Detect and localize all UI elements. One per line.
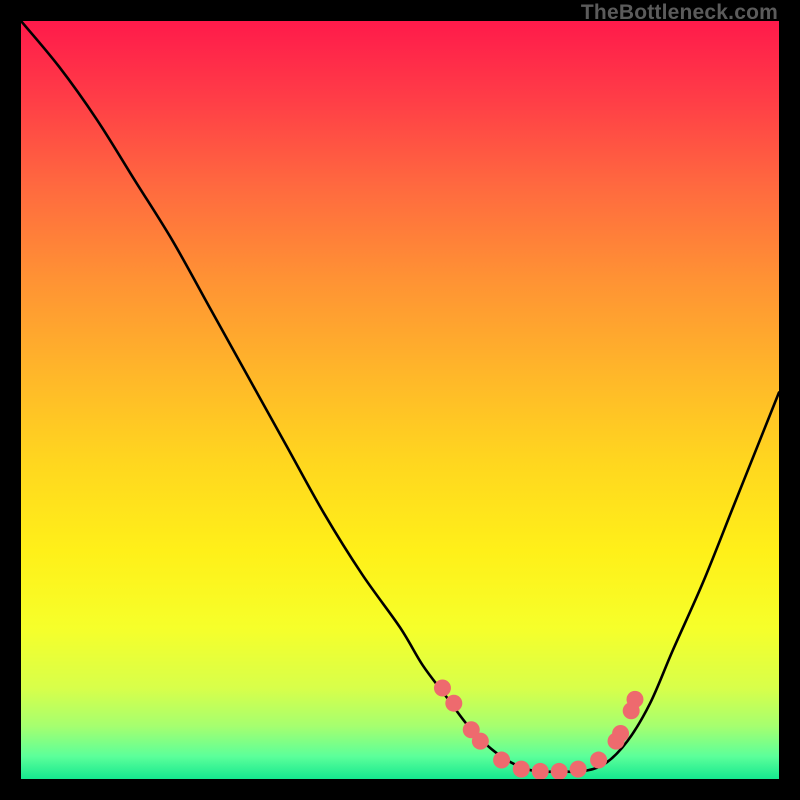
valley-marker xyxy=(570,761,587,778)
valley-marker xyxy=(551,763,568,779)
curve-layer xyxy=(21,21,779,779)
bottleneck-curve xyxy=(21,21,779,772)
valley-marker xyxy=(612,725,629,742)
valley-marker xyxy=(513,761,530,778)
valley-marker xyxy=(626,691,643,708)
valley-marker xyxy=(493,752,510,769)
valley-marker xyxy=(590,752,607,769)
valley-marker xyxy=(472,733,489,750)
plot-area xyxy=(21,21,779,779)
valley-marker xyxy=(445,695,462,712)
valley-markers xyxy=(434,680,644,779)
valley-marker xyxy=(434,680,451,697)
attribution-text: TheBottleneck.com xyxy=(581,1,778,25)
chart-frame: TheBottleneck.com xyxy=(0,0,800,800)
valley-marker xyxy=(532,763,549,779)
